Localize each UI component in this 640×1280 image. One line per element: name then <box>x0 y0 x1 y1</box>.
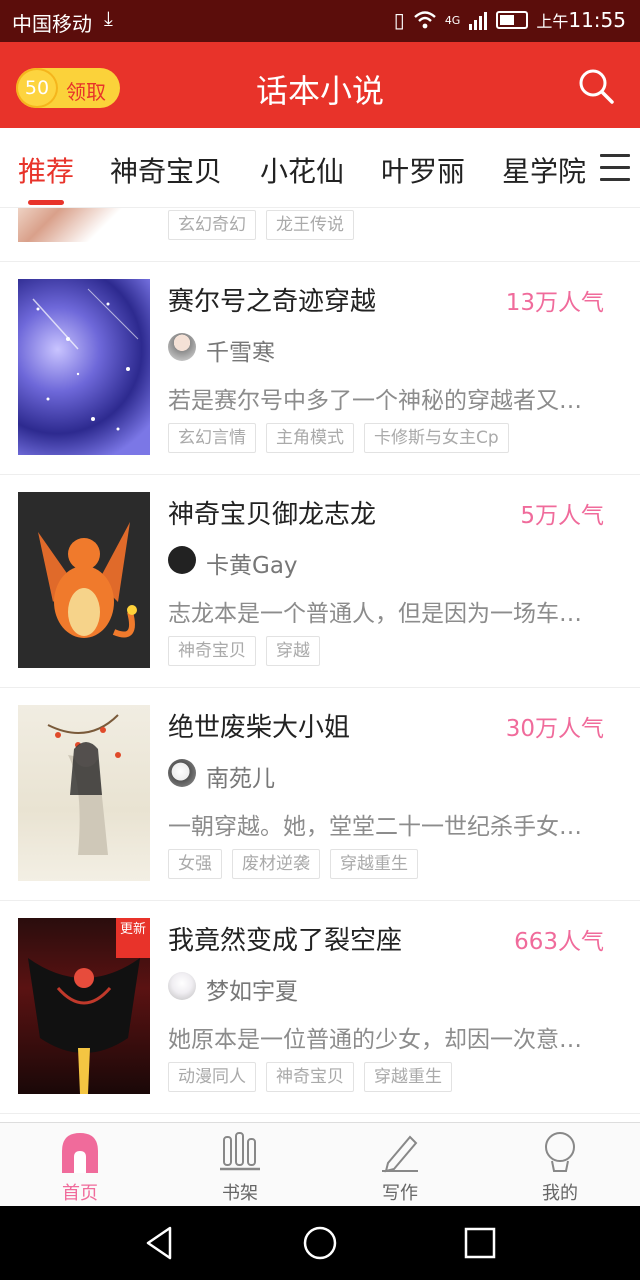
tag[interactable]: 主角模式 <box>266 423 354 453</box>
network-type: 4G <box>444 13 461 27</box>
book-description: 她原本是一位普通的少女，却因一次意… <box>168 1027 582 1053</box>
list-item[interactable]: 玄幻奇幻 龙王传说 <box>0 208 640 262</box>
list-item[interactable]: 绝世废柴大小姐 30万人气 南苑儿 一朝穿越。她，堂堂二十一世纪杀手女… 女强 … <box>0 687 640 901</box>
book-list[interactable]: 玄幻奇幻 龙王传说 赛尔号之奇迹穿越 13万人气 千雪寒 若是赛尔号中多了一个神… <box>0 208 640 1122</box>
bottom-nav: 首页 书架 写作 我的 <box>0 1122 640 1206</box>
menu-icon[interactable] <box>600 154 630 182</box>
tag[interactable]: 玄幻奇幻 <box>168 210 256 240</box>
app-title: 话本小说 <box>255 72 384 110</box>
book-title: 赛尔号之奇迹穿越 <box>168 287 377 317</box>
nav-label: 我的 <box>542 1183 578 1204</box>
signal-icon <box>469 12 488 30</box>
system-nav-bar <box>0 1206 640 1280</box>
clock: 11:55 <box>568 8 626 32</box>
home-icon <box>62 1133 98 1173</box>
book-title: 绝世废柴大小姐 <box>168 713 351 743</box>
tag[interactable]: 动漫同人 <box>168 1062 256 1092</box>
tag-list: 玄幻言情 主角模式 卡修斯与女主Cp <box>168 423 509 453</box>
nav-bookshelf[interactable]: 书架 <box>160 1123 320 1207</box>
carrier-name: 中国移动 <box>12 12 92 36</box>
popularity-count: 663人气 <box>514 929 604 955</box>
popularity-count: 5万人气 <box>520 503 604 529</box>
book-cover <box>18 492 150 668</box>
nav-home[interactable]: 首页 <box>0 1123 160 1207</box>
vibrate-icon: ▯ <box>393 8 405 32</box>
tab-pokemon[interactable]: 神奇宝贝 <box>110 150 222 190</box>
time-prefix: 上午 <box>536 12 569 31</box>
update-badge: 更新 <box>116 918 150 958</box>
tab-yeluoli[interactable]: 叶罗丽 <box>381 150 465 190</box>
author-name[interactable]: 南苑儿 <box>206 759 275 793</box>
avatar <box>168 972 196 1000</box>
book-cover <box>18 208 150 242</box>
status-bar: 中国移动 ⤓ ▯ 4G 上午11:55 <box>0 0 640 42</box>
book-title: 神奇宝贝御龙志龙 <box>168 500 377 530</box>
nav-write[interactable]: 写作 <box>320 1123 480 1207</box>
tag[interactable]: 废材逆袭 <box>232 849 320 879</box>
tag-list: 动漫同人 神奇宝贝 穿越重生 <box>168 1062 452 1092</box>
tag[interactable]: 神奇宝贝 <box>168 636 256 666</box>
tag-list: 女强 废材逆袭 穿越重生 <box>168 849 418 879</box>
back-icon[interactable] <box>142 1224 180 1262</box>
nav-profile[interactable]: 我的 <box>480 1123 640 1207</box>
bookshelf-icon <box>220 1132 260 1171</box>
author-name[interactable]: 千雪寒 <box>206 333 275 367</box>
category-tabs: 推荐 神奇宝贝 小花仙 叶罗丽 星学院 <box>0 128 640 208</box>
tag[interactable]: 穿越重生 <box>330 849 418 879</box>
status-icons: ▯ 4G 上午11:55 <box>394 8 626 32</box>
home-button-icon[interactable] <box>301 1224 339 1262</box>
download-icon: ⤓ <box>104 6 113 30</box>
avatar <box>168 333 196 361</box>
book-title: 我竟然变成了裂空座 <box>168 926 403 956</box>
tab-recommend[interactable]: 推荐 <box>18 150 74 190</box>
list-item[interactable]: 神奇宝贝御龙志龙 5万人气 卡黄Gay 志龙本是一个普通人，但是因为一场车… 神… <box>0 474 640 688</box>
pencil-icon <box>382 1135 418 1173</box>
list-item[interactable]: 赛尔号之奇迹穿越 13万人气 千雪寒 若是赛尔号中多了一个神秘的穿越者又… 玄幻… <box>0 261 640 475</box>
nav-label: 写作 <box>382 1183 418 1204</box>
tag[interactable]: 神奇宝贝 <box>266 1062 354 1092</box>
tag[interactable]: 龙王传说 <box>266 210 354 240</box>
recents-icon[interactable] <box>461 1224 499 1262</box>
tag-list: 玄幻奇幻 龙王传说 <box>168 210 354 240</box>
nav-label: 书架 <box>222 1183 258 1204</box>
tag[interactable]: 玄幻言情 <box>168 423 256 453</box>
tag-list: 神奇宝贝 穿越 <box>168 636 320 666</box>
book-description: 若是赛尔号中多了一个神秘的穿越者又… <box>168 388 582 414</box>
book-cover <box>18 705 150 881</box>
tab-indicator <box>28 200 64 205</box>
tag[interactable]: 卡修斯与女主Cp <box>364 423 509 453</box>
book-description: 一朝穿越。她，堂堂二十一世纪杀手女… <box>168 814 582 840</box>
tab-xiaohuaxian[interactable]: 小花仙 <box>260 150 344 190</box>
tag[interactable]: 穿越 <box>266 636 320 666</box>
tag[interactable]: 穿越重生 <box>364 1062 452 1092</box>
battery-icon <box>496 11 529 29</box>
avatar <box>168 546 196 574</box>
wifi-icon <box>414 11 436 29</box>
author-name[interactable]: 卡黄Gay <box>206 546 298 580</box>
tag[interactable]: 女强 <box>168 849 222 879</box>
popularity-count: 13万人气 <box>505 290 604 316</box>
book-description: 志龙本是一个普通人，但是因为一场车… <box>168 601 582 627</box>
app-bar: 50 领取 话本小说 <box>0 42 640 128</box>
list-item[interactable]: 更新 我竟然变成了裂空座 663人气 梦如宇夏 她原本是一位普通的少女，却因一次… <box>0 900 640 1114</box>
profile-icon <box>545 1132 575 1172</box>
book-cover: 更新 <box>18 918 150 1094</box>
popularity-count: 30万人气 <box>505 716 604 742</box>
search-icon[interactable] <box>576 66 616 106</box>
nav-label: 首页 <box>62 1183 98 1204</box>
author-name[interactable]: 梦如宇夏 <box>206 972 298 1006</box>
book-cover <box>18 279 150 455</box>
tab-xingxueyuan[interactable]: 星学院 <box>502 150 586 190</box>
avatar <box>168 759 196 787</box>
